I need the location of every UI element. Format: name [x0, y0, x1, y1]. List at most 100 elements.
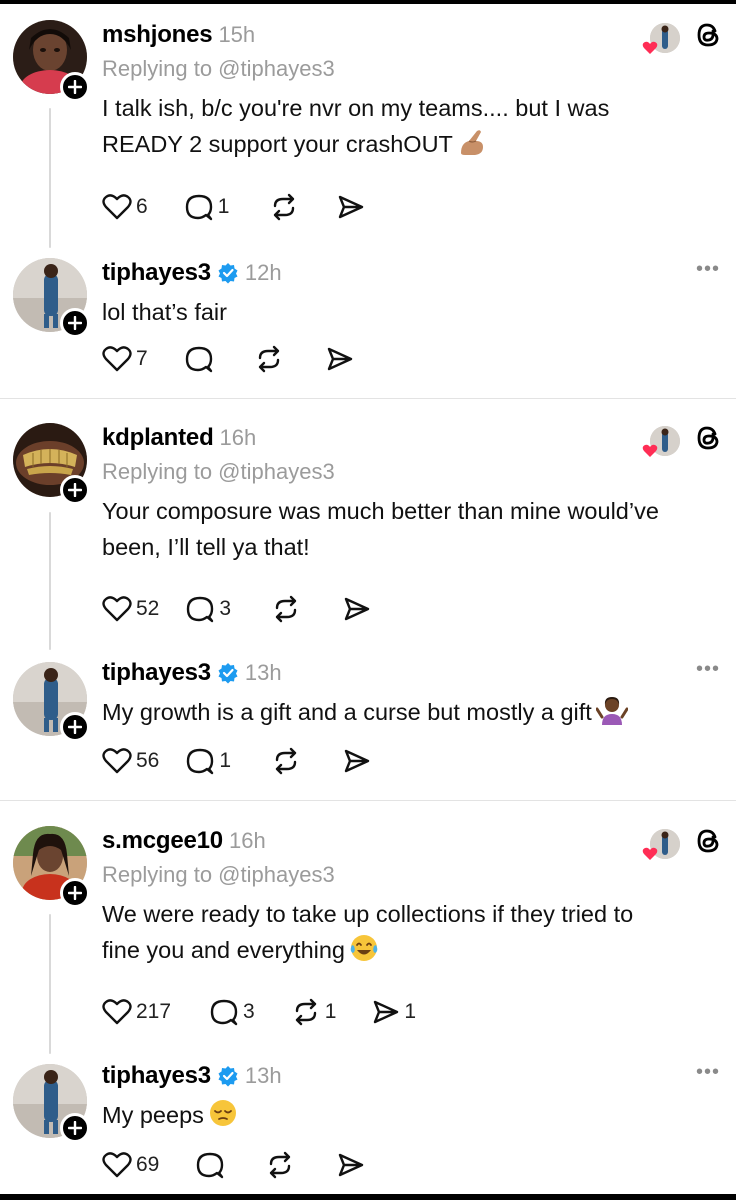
comment-icon: [197, 1152, 224, 1179]
liked-by-author-indicator: [642, 423, 722, 458]
post-actions: 52 3: [102, 592, 371, 626]
reply-count: 1: [217, 195, 230, 218]
comment-icon: [185, 194, 212, 221]
more-options-button[interactable]: •••: [696, 258, 720, 281]
post-text: I talk ish, b/c you're nvr on my teams..…: [102, 90, 722, 167]
like-button[interactable]: 56: [102, 744, 159, 778]
like-count: 52: [136, 597, 160, 620]
post-actions: 56 1: [102, 744, 371, 778]
post-text: We were ready to take up collections if …: [102, 896, 722, 973]
verified-badge-icon: [217, 1065, 239, 1087]
repost-count: 1: [324, 1000, 337, 1023]
reply-count: 3: [219, 597, 232, 620]
author-mini-avatar: [642, 424, 680, 458]
verified-badge-icon: [217, 262, 239, 284]
heart-icon: [102, 194, 132, 220]
post-actions: 6 1: [102, 190, 365, 224]
like-count: 6: [136, 195, 148, 218]
reply-button[interactable]: 1: [185, 744, 231, 778]
pinching-hand-emoji-icon: [457, 127, 487, 167]
follow-plus-button[interactable]: [60, 72, 90, 102]
like-count: 7: [136, 347, 148, 370]
reply-button[interactable]: 3: [185, 592, 231, 626]
follow-plus-button[interactable]: [60, 1113, 90, 1143]
person-shrugging-emoji-icon: [595, 695, 629, 735]
like-button[interactable]: 7: [102, 342, 148, 376]
replying-to-label[interactable]: Replying to @tiphayes3: [102, 459, 722, 485]
thread-divider: [0, 800, 736, 801]
threads-logo-icon[interactable]: [694, 423, 722, 458]
timestamp: 16h: [219, 425, 257, 450]
heart-icon: [102, 748, 132, 774]
like-button[interactable]: 52: [102, 592, 159, 626]
repost-icon: [270, 1151, 291, 1179]
username[interactable]: s.mcgee10: [102, 827, 223, 855]
repost-icon: [275, 747, 297, 775]
post-text: lol that’s fair: [102, 299, 227, 325]
username[interactable]: tiphayes3: [102, 659, 211, 687]
repost-button[interactable]: [254, 342, 284, 376]
send-icon: [339, 195, 364, 219]
timestamp: 13h: [244, 1063, 282, 1088]
repost-button[interactable]: 1: [291, 995, 337, 1029]
heart-badge-icon: [642, 41, 658, 54]
username[interactable]: tiphayes3: [102, 1062, 211, 1090]
post-actions: 217 3 1 1: [102, 995, 416, 1029]
repost-button[interactable]: [269, 190, 299, 224]
post-text: Your composure was much better than mine…: [102, 498, 659, 560]
heart-icon: [102, 346, 132, 372]
send-icon: [344, 749, 370, 773]
share-button[interactable]: [324, 342, 354, 376]
author-mini-avatar: [642, 21, 680, 55]
reply-button[interactable]: [195, 1148, 225, 1182]
send-icon: [327, 347, 352, 371]
reply-button[interactable]: [184, 342, 214, 376]
repost-button[interactable]: [271, 592, 301, 626]
like-button[interactable]: 217: [102, 995, 171, 1029]
heart-icon: [102, 596, 132, 622]
like-button[interactable]: 6: [102, 190, 148, 224]
share-button[interactable]: [335, 190, 365, 224]
reply-count: 1: [219, 749, 232, 772]
comment-icon: [210, 999, 238, 1026]
share-button[interactable]: [341, 744, 371, 778]
timestamp: 16h: [228, 828, 266, 853]
replying-to-label[interactable]: Replying to @tiphayes3: [102, 862, 722, 888]
post-text: My peeps: [102, 1097, 722, 1138]
like-count: 217: [136, 1000, 172, 1023]
share-button[interactable]: 1: [370, 995, 416, 1029]
like-button[interactable]: 69: [102, 1148, 159, 1182]
share-button[interactable]: [335, 1148, 365, 1182]
follow-plus-button[interactable]: [60, 878, 90, 908]
repost-icon: [258, 345, 279, 373]
more-options-button[interactable]: •••: [696, 1061, 720, 1084]
bottom-border: [0, 1194, 736, 1200]
tears-of-joy-emoji-icon: [349, 933, 379, 973]
repost-button[interactable]: [271, 744, 301, 778]
comment-icon: [187, 748, 214, 775]
author-mini-avatar: [642, 827, 680, 861]
thread-connector-line: [49, 914, 51, 1054]
heart-icon: [102, 999, 132, 1025]
threads-logo-icon[interactable]: [694, 826, 722, 861]
username[interactable]: kdplanted: [102, 424, 214, 452]
replying-to-label[interactable]: Replying to @tiphayes3: [102, 56, 722, 82]
liked-by-author-indicator: [642, 826, 722, 861]
more-options-button[interactable]: •••: [696, 658, 720, 681]
post-actions: 7: [102, 342, 354, 376]
reply-button[interactable]: 3: [209, 995, 255, 1029]
heart-badge-icon: [642, 847, 658, 860]
follow-plus-button[interactable]: [60, 475, 90, 505]
heart-badge-icon: [642, 444, 658, 457]
reply-button[interactable]: 1: [184, 190, 230, 224]
follow-plus-button[interactable]: [60, 712, 90, 742]
like-count: 69: [136, 1153, 160, 1176]
follow-plus-button[interactable]: [60, 308, 90, 338]
reply-count: 3: [243, 1000, 255, 1023]
username[interactable]: tiphayes3: [102, 259, 211, 287]
threads-logo-icon[interactable]: [694, 20, 722, 55]
share-button[interactable]: [341, 592, 371, 626]
repost-button[interactable]: [265, 1148, 295, 1182]
username[interactable]: mshjones: [102, 21, 213, 49]
timestamp: 12h: [244, 260, 282, 285]
